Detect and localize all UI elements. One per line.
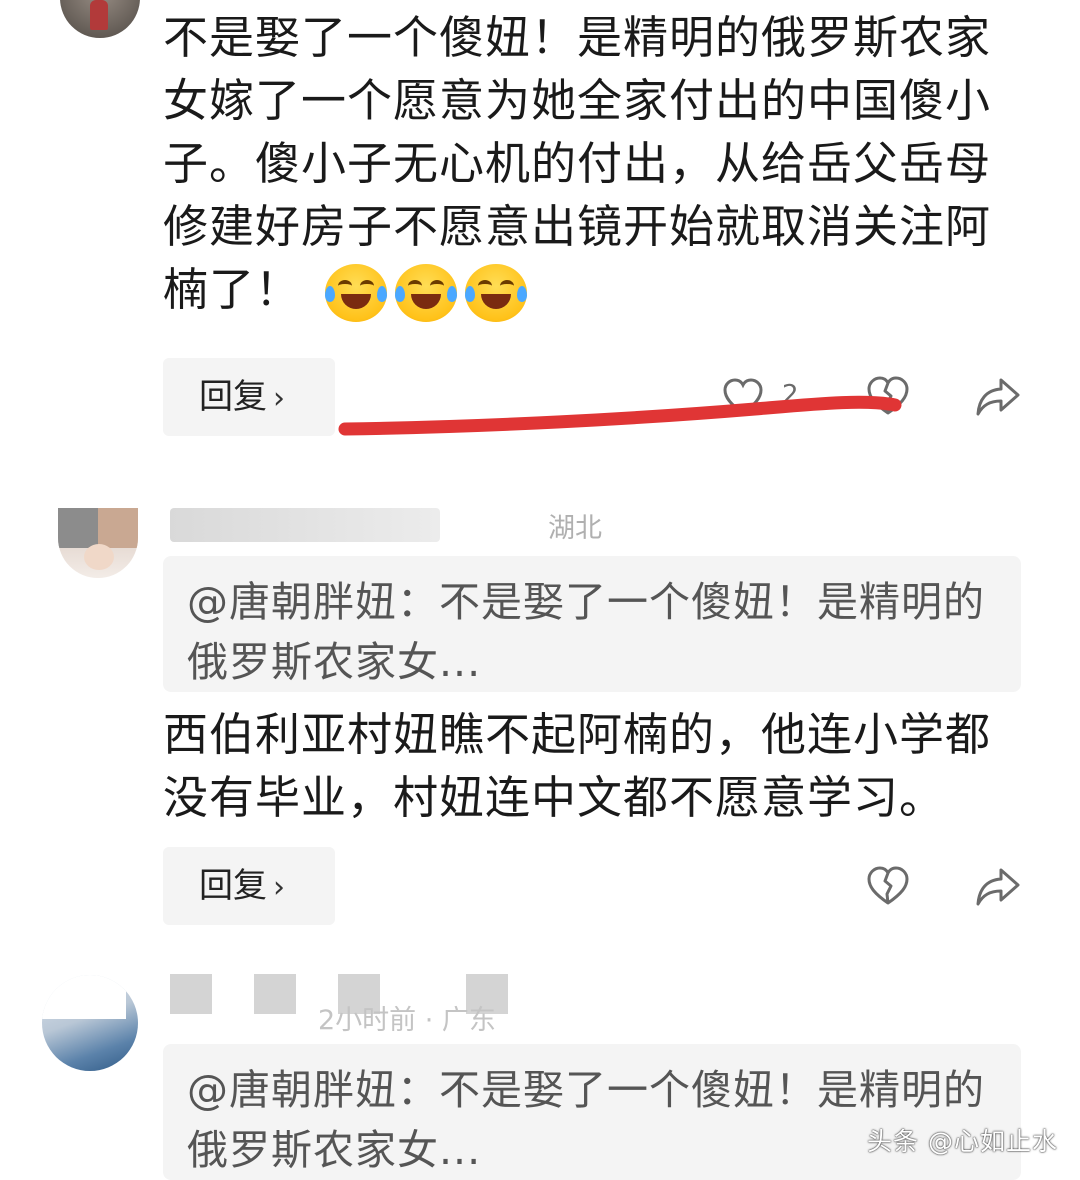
username-redacted: [254, 974, 296, 1014]
share-icon[interactable]: [975, 866, 1021, 908]
chevron-right-icon: ›: [273, 381, 285, 416]
quoted-comment[interactable]: @唐朝胖妞：不是娶了一个傻妞！是精明的俄罗斯农家女...: [163, 1044, 1021, 1180]
laugh-cry-emoji: [325, 264, 388, 322]
avatar[interactable]: [60, 0, 140, 38]
reply-button[interactable]: 回复 ›: [163, 358, 335, 436]
reply-button[interactable]: 回复 ›: [163, 847, 335, 925]
laugh-cry-emoji: [465, 264, 528, 322]
username-redacted[interactable]: [170, 508, 440, 542]
share-icon[interactable]: [975, 376, 1021, 418]
avatar[interactable]: [58, 508, 138, 578]
quoted-comment[interactable]: @唐朝胖妞：不是娶了一个傻妞！是精明的俄罗斯农家女...: [163, 556, 1021, 692]
comment-meta: 2小时前 · 广东: [318, 1005, 496, 1036]
chevron-right-icon: ›: [273, 870, 285, 905]
avatar[interactable]: [42, 975, 138, 1071]
comment-meta: 湖北: [548, 513, 602, 544]
comment-text: 不是娶了一个傻妞！是精明的俄罗斯农家女嫁了一个愿意为她全家付出的中国傻小子。傻小…: [163, 6, 1033, 322]
username-redacted[interactable]: [170, 974, 212, 1014]
red-underline-mark: [335, 385, 915, 445]
emoji-group: [325, 264, 528, 322]
comment-text: 西伯利亚村妞瞧不起阿楠的，他连小学都没有毕业，村妞连中文都不愿意学习。: [163, 708, 992, 824]
watermark: 头条 @心如止水: [867, 1127, 1058, 1156]
laugh-cry-emoji: [395, 264, 458, 322]
broken-heart-icon[interactable]: [866, 866, 910, 906]
